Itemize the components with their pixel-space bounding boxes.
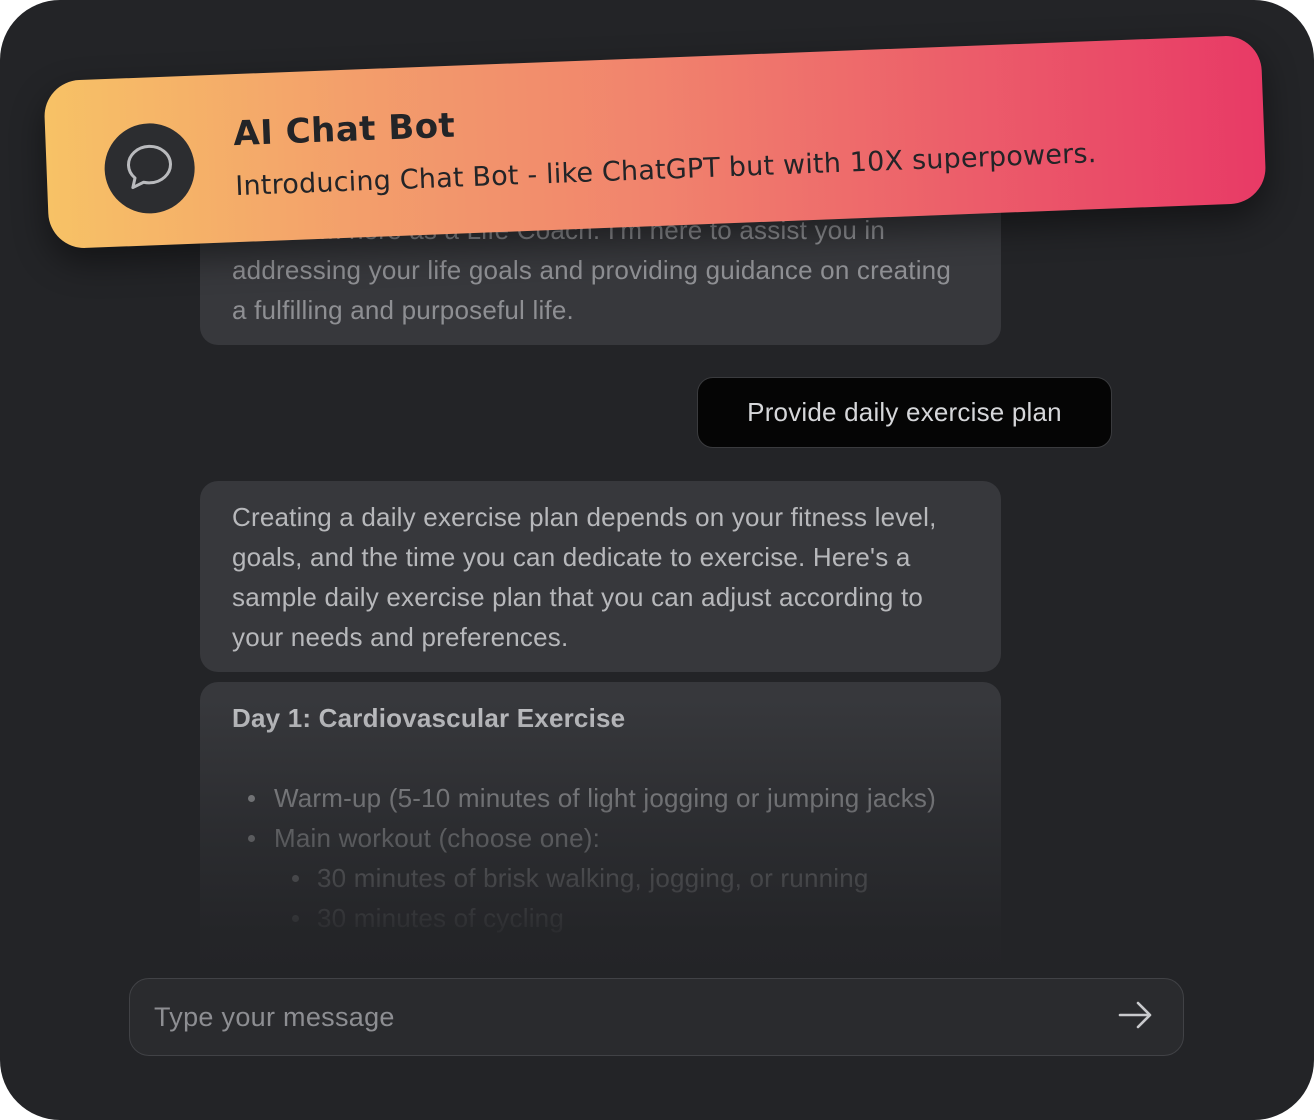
message-input[interactable] bbox=[152, 979, 1096, 1056]
chat-bubble-icon bbox=[120, 137, 178, 200]
plan-sublist-item: 30 minutes of cycling bbox=[274, 898, 969, 938]
banner-icon-badge bbox=[102, 121, 197, 216]
bot-message-response-text: Creating a daily exercise plan depends o… bbox=[232, 502, 937, 652]
arrow-right-icon bbox=[1118, 1000, 1154, 1035]
plan-sublist-item: 30 minutes of brisk walking, jogging, or… bbox=[274, 858, 969, 898]
plan-heading: Day 1: Cardiovascular Exercise bbox=[232, 703, 626, 733]
banner-title: AI Chat Bot bbox=[232, 105, 457, 155]
bot-message-plan: Day 1: Cardiovascular Exercise Warm-up (… bbox=[200, 682, 1001, 975]
chat-window: Hello! I'm here as a Life Coach. I'm her… bbox=[0, 0, 1314, 1120]
plan-list: Warm-up (5-10 minutes of light jogging o… bbox=[232, 778, 969, 938]
message-composer bbox=[129, 978, 1184, 1056]
plan-list-item-label: Main workout (choose one): bbox=[274, 823, 601, 853]
bot-message-response: Creating a daily exercise plan depends o… bbox=[200, 481, 1001, 672]
plan-list-item: Main workout (choose one): 30 minutes of… bbox=[232, 818, 969, 938]
plan-sublist: 30 minutes of brisk walking, jogging, or… bbox=[274, 858, 969, 938]
send-button[interactable] bbox=[1106, 993, 1166, 1041]
plan-list-item: Warm-up (5-10 minutes of light jogging o… bbox=[232, 778, 969, 818]
user-message-text: Provide daily exercise plan bbox=[747, 397, 1062, 427]
user-message: Provide daily exercise plan bbox=[697, 377, 1112, 448]
